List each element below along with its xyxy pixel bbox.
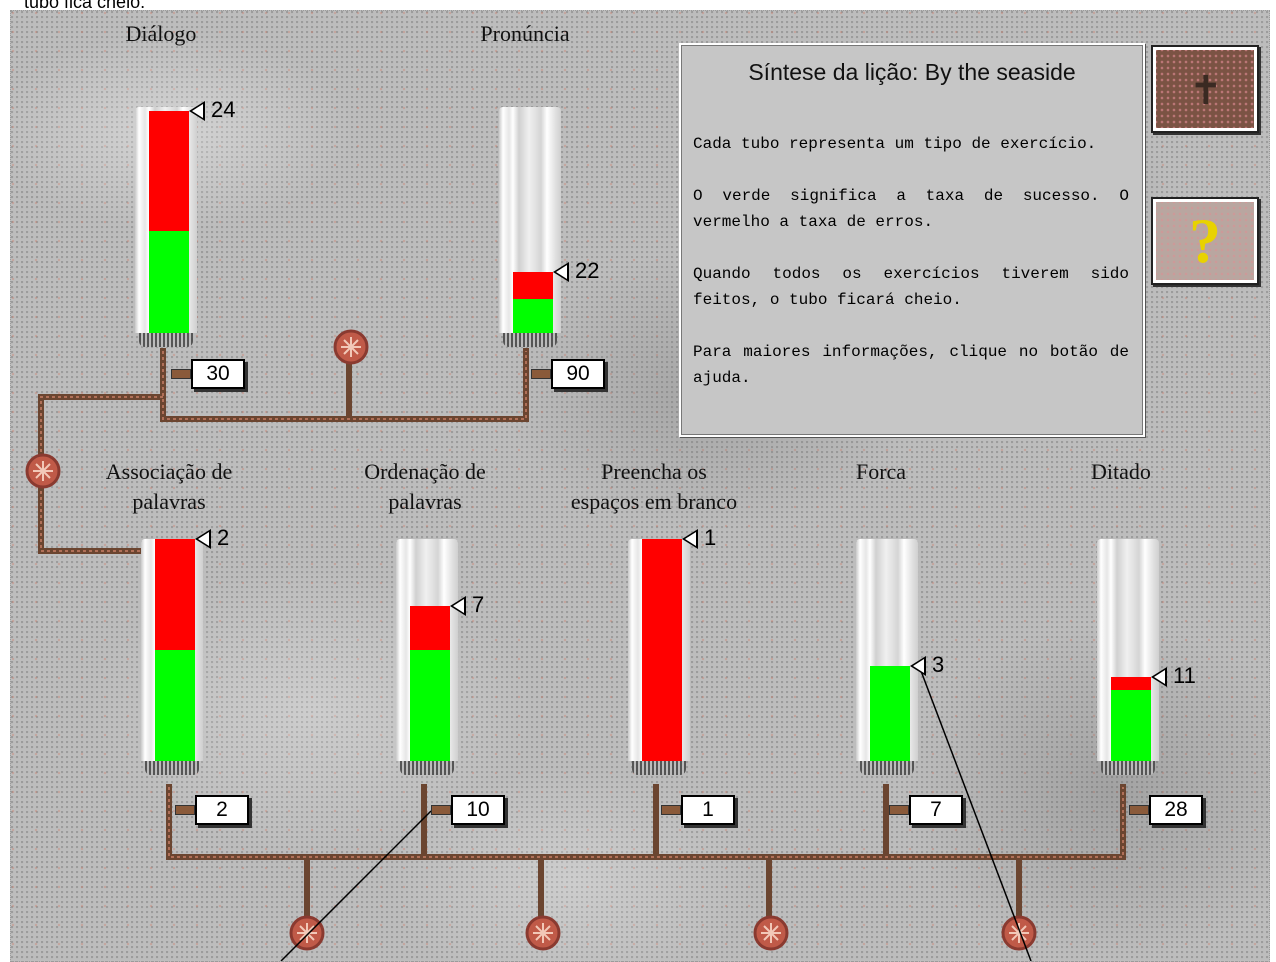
error-fill <box>513 272 553 299</box>
success-fill <box>410 650 450 761</box>
tube-base <box>400 761 454 775</box>
error-fill <box>155 539 195 650</box>
panel-body: Cada tubo representa um tipo de exercíci… <box>693 131 1129 417</box>
error-fill <box>642 539 682 761</box>
tube-ordenacao[interactable]: 7 <box>396 539 484 775</box>
success-fill <box>149 231 189 333</box>
panel-paragraph: Para maiores informações, clique no botã… <box>693 343 1129 387</box>
label-forca: Forca <box>855 459 907 484</box>
tube-base <box>1101 761 1155 775</box>
count-box-dialogo: 30 <box>171 359 245 389</box>
tube-base <box>632 761 686 775</box>
count-box-pronuncia: 90 <box>531 359 605 389</box>
map-button[interactable]: ✝ <box>1151 45 1259 133</box>
error-fill <box>1111 677 1151 690</box>
panel-paragraph: Quando todos os exercícios tiverem sido … <box>693 265 1129 309</box>
help-button[interactable]: ? <box>1151 197 1259 285</box>
tube-pronuncia[interactable]: 22 <box>499 107 599 347</box>
count-box-ditado: 28 <box>1129 795 1203 825</box>
success-fill <box>1111 690 1151 761</box>
question-mark-icon: ? <box>1189 205 1221 276</box>
label-dialogo: Diálogo <box>125 21 197 46</box>
tube-base <box>139 333 193 347</box>
level-marker: 7 <box>450 592 484 618</box>
level-marker: 2 <box>195 525 229 551</box>
level-marker: 24 <box>189 97 235 123</box>
marker-pointer-icon <box>553 262 569 283</box>
marker-pointer-icon <box>910 656 926 677</box>
success-fill <box>870 666 910 761</box>
marker-value: 1 <box>704 525 717 550</box>
tube-dialogo[interactable]: 24 <box>135 97 235 347</box>
map-icon: ✝ <box>1189 68 1223 113</box>
marker-pointer-icon <box>682 529 698 550</box>
tube-base <box>503 333 557 347</box>
success-fill <box>513 299 553 333</box>
count-box-forca: 7 <box>889 795 963 825</box>
tube-preencha[interactable]: 1 <box>628 525 716 775</box>
marker-value: 24 <box>211 97 236 122</box>
marker-value: 2 <box>217 525 230 550</box>
lesson-summary-panel: Síntese da lição: By the seaside Cada tu… <box>679 43 1145 437</box>
count-box-ordenacao: 10 <box>431 795 505 825</box>
tube-base <box>860 761 914 775</box>
level-marker: 3 <box>910 652 944 678</box>
tube-forca[interactable]: 3 <box>856 539 944 775</box>
lesson-summary-window: Diálogo Pronúncia Associação de palavras… <box>10 10 1270 962</box>
tube-ditado[interactable]: 11 <box>1097 539 1196 775</box>
label-ditado: Ditado <box>1091 459 1151 484</box>
marker-pointer-icon <box>450 596 466 617</box>
level-marker: 11 <box>1151 663 1196 689</box>
label-preencha: Preencha os espaços em branco <box>570 459 738 514</box>
marker-value: 3 <box>932 652 945 677</box>
marker-pointer-icon <box>1151 667 1167 688</box>
count-box-preencha: 1 <box>661 795 735 825</box>
tube-associacao[interactable]: 2 <box>141 525 229 775</box>
label-associacao: Associação de palavras <box>105 459 233 514</box>
success-fill <box>155 650 195 761</box>
marker-value: 22 <box>575 258 600 283</box>
panel-title: Síntese da lição: By the seaside <box>748 59 1076 85</box>
label-pronuncia: Pronúncia <box>480 21 570 46</box>
panel-paragraph: O verde significa a taxa de sucesso. O v… <box>693 187 1129 231</box>
label-ordenacao: Ordenação de palavras <box>364 459 486 514</box>
marker-value: 11 <box>1173 663 1196 688</box>
tube-base <box>145 761 199 775</box>
error-fill <box>149 111 189 231</box>
count-box-associacao: 2 <box>175 795 249 825</box>
level-marker: 22 <box>553 258 599 284</box>
marker-pointer-icon <box>195 529 211 550</box>
marker-value: 7 <box>472 592 485 617</box>
marker-pointer-icon <box>189 101 205 122</box>
error-fill <box>410 606 450 650</box>
level-marker: 1 <box>682 525 716 551</box>
panel-paragraph: Cada tubo representa um tipo de exercíci… <box>693 135 1097 153</box>
